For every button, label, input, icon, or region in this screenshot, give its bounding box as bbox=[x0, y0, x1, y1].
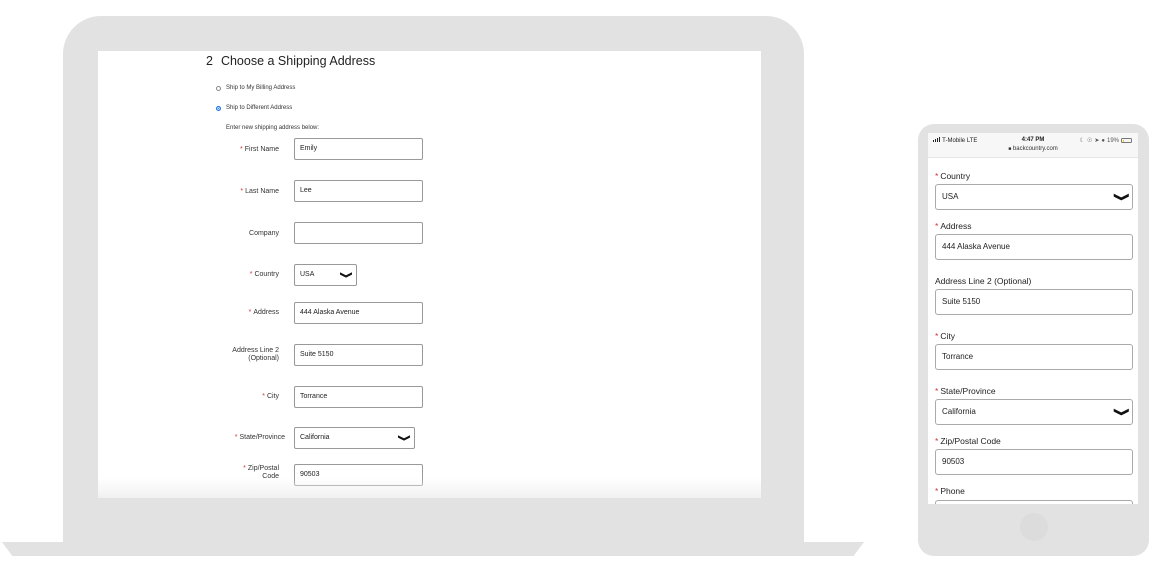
m-state-select[interactable]: California ❯ bbox=[935, 399, 1133, 425]
lock-icon: ■ bbox=[1008, 146, 1012, 152]
chevron-down-icon: ❯ bbox=[340, 271, 354, 279]
state-select[interactable]: California ❯ bbox=[294, 427, 415, 449]
country-label: * Country bbox=[249, 271, 279, 278]
location-icon: ☉ bbox=[1086, 138, 1093, 144]
radio-label: Ship to My Billing Address bbox=[226, 85, 296, 91]
company-input[interactable] bbox=[294, 222, 423, 244]
laptop-base bbox=[2, 542, 864, 556]
m-city-label: * City bbox=[935, 331, 955, 341]
m-address-line-2-input[interactable]: Suite 5150 bbox=[935, 289, 1133, 315]
radio-ship-to-billing[interactable]: Ship to My Billing Address bbox=[216, 85, 295, 91]
address-hint: Enter new shipping address below: bbox=[226, 125, 320, 131]
moon-icon: ☾ bbox=[1079, 138, 1085, 144]
last-name-input[interactable]: Lee bbox=[294, 180, 423, 202]
m-address-label: * Address bbox=[935, 221, 972, 231]
m-address-line-2-label: Address Line 2 (Optional) bbox=[935, 276, 1032, 286]
radio-checked-icon[interactable] bbox=[216, 105, 221, 111]
address-line-2-input[interactable]: Suite 5150 bbox=[294, 344, 423, 366]
first-name-input[interactable]: Emily bbox=[294, 138, 423, 160]
first-name-label: * First Name bbox=[240, 146, 279, 153]
alarm-icon: ● bbox=[1101, 137, 1105, 144]
last-name-label: * Last Name bbox=[240, 188, 279, 195]
home-button[interactable] bbox=[1020, 513, 1048, 541]
m-zip-label: * Zip/Postal Code bbox=[935, 436, 1001, 446]
city-label: * City bbox=[262, 393, 279, 400]
section-title: 2 Choose a Shipping Address bbox=[206, 54, 375, 68]
address-line-2-label: Address Line 2 (Optional) bbox=[232, 347, 279, 362]
address-input[interactable]: 444 Alaska Avenue bbox=[294, 302, 423, 324]
screen-fade bbox=[98, 478, 761, 498]
company-label: Company bbox=[249, 230, 279, 237]
chevron-down-icon: ❯ bbox=[1113, 192, 1130, 202]
arrow-icon: ➤ bbox=[1094, 138, 1100, 144]
radio-label: Ship to Different Address bbox=[226, 105, 293, 111]
country-select[interactable]: USA ❯ bbox=[294, 264, 357, 286]
m-state-label: * State/Province bbox=[935, 386, 996, 396]
m-country-label: * Country bbox=[935, 171, 971, 181]
radio-ship-to-different[interactable]: Ship to Different Address bbox=[216, 105, 292, 111]
battery-percent: 19% bbox=[1106, 137, 1119, 144]
chevron-down-icon: ❯ bbox=[398, 434, 412, 442]
chevron-down-icon: ❯ bbox=[1113, 407, 1130, 417]
status-icons: ☾ ☉ ➤ ● 19% bbox=[1080, 137, 1132, 144]
address-label: * Address bbox=[248, 309, 279, 316]
radio-unchecked-icon[interactable] bbox=[216, 85, 221, 91]
url-bar[interactable]: ■ backcountry.com bbox=[928, 146, 1138, 152]
m-phone-label: * Phone bbox=[935, 486, 965, 496]
city-input[interactable]: Torrance bbox=[294, 386, 423, 408]
desktop-checkout-screen: 2 Choose a Shipping Address Ship to My Bi… bbox=[98, 51, 761, 498]
m-address-input[interactable]: 444 Alaska Avenue bbox=[935, 234, 1133, 260]
mobile-checkout-screen: T-Mobile LTE 4:47 PM ■ backcountry.com ☾… bbox=[928, 133, 1138, 504]
m-zip-input[interactable]: 90503 bbox=[935, 449, 1133, 475]
section-title-text: Choose a Shipping Address bbox=[220, 54, 376, 68]
m-country-value: USA bbox=[942, 192, 959, 201]
state-label: * State/Province bbox=[234, 434, 285, 441]
m-country-select[interactable]: USA ❯ bbox=[935, 184, 1133, 210]
section-step-number: 2 bbox=[206, 54, 213, 68]
m-phone-input[interactable] bbox=[935, 500, 1133, 504]
m-city-input[interactable]: Torrance bbox=[935, 344, 1133, 370]
m-state-value: California bbox=[942, 407, 976, 416]
country-select-value: USA bbox=[300, 271, 315, 278]
state-select-value: California bbox=[300, 434, 330, 441]
status-bar: T-Mobile LTE 4:47 PM ■ backcountry.com ☾… bbox=[928, 133, 1138, 158]
battery-icon bbox=[1121, 138, 1132, 143]
